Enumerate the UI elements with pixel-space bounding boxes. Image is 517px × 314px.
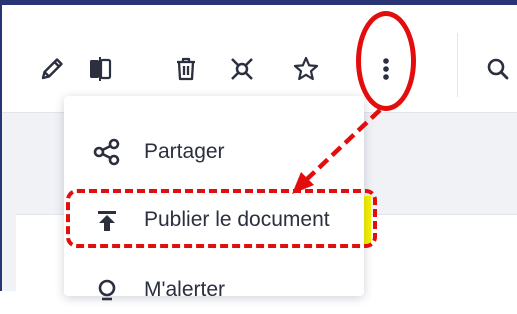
more-vertical-icon [383, 58, 389, 80]
menu-item-label: Partager [144, 140, 225, 163]
menu-item-publish[interactable]: Publier le document [64, 196, 364, 244]
trash-icon [177, 57, 195, 81]
pencil-icon [41, 58, 63, 80]
network-icon [231, 58, 253, 80]
compare-icon [90, 57, 112, 81]
relations-button[interactable] [224, 51, 260, 87]
search-button[interactable] [480, 51, 516, 87]
edit-button[interactable] [34, 51, 70, 87]
menu-item-label: Publier le document [144, 208, 330, 231]
delete-button[interactable] [168, 51, 204, 87]
share-icon [93, 138, 120, 166]
menu-item-alert[interactable]: M'alerter [64, 266, 364, 314]
more-options-menu: Partager Publier le document M'alerter [64, 96, 364, 301]
search-icon [487, 58, 509, 80]
compare-button[interactable] [82, 51, 118, 87]
menu-item-label: M'alerter [144, 278, 226, 301]
toolbar-divider [457, 33, 458, 97]
menu-item-share[interactable]: Partager [64, 128, 364, 176]
bell-icon [98, 279, 116, 301]
publish-upload-icon [98, 211, 116, 231]
favorite-button[interactable] [288, 51, 324, 87]
star-icon [293, 56, 319, 81]
more-options-button[interactable] [368, 51, 404, 87]
